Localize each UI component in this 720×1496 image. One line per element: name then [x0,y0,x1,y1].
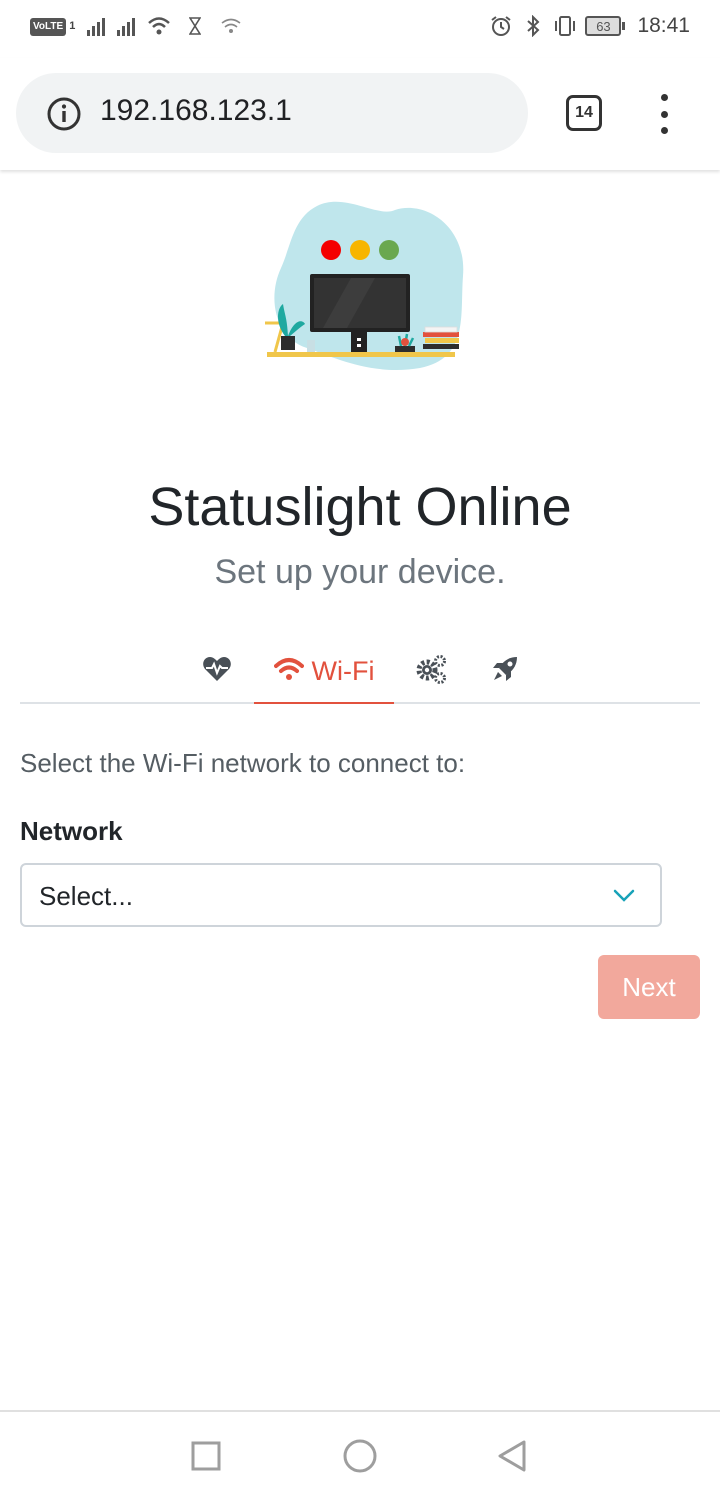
address-bar[interactable]: 192.168.123.1 [16,73,528,153]
volte-icon: VoLTE [30,16,67,36]
tab-settings[interactable] [410,640,452,702]
device-illustration [255,198,470,373]
page-title: Statuslight Online [148,477,572,537]
battery-icon: 63 [585,16,626,36]
cogs-icon [415,654,447,689]
red-light [321,240,341,260]
page-subtitle: Set up your device. [214,553,506,591]
tab-launch[interactable] [484,640,526,702]
next-button[interactable]: Next [598,955,700,1019]
chevron-down-icon [612,885,636,910]
sim-indicator: 1 [69,20,76,32]
rocket-icon [491,655,519,688]
heartbeat-icon [202,656,232,687]
network-label: Network [20,816,123,846]
wifi-icon [219,14,243,38]
wifi-icon [273,657,304,686]
tab-wifi-label: Wi-Fi [311,655,375,686]
status-bar: VoLTE 1 63 18:41 [0,0,720,58]
recents-square-icon[interactable] [186,1436,226,1476]
signal-icon [117,16,136,36]
hourglass-icon [183,14,207,38]
yellow-light [350,240,370,260]
vibrate-icon [553,14,577,38]
status-bar-left: VoLTE 1 [30,14,243,38]
green-light [379,240,399,260]
wifi-instructions: Select the Wi-Fi network to connect to: [20,748,466,778]
tab-switcher-button[interactable]: 14 [566,95,602,131]
android-nav-bar [0,1410,720,1496]
more-vert-icon[interactable] [652,94,676,134]
network-select-value: Select... [39,881,133,911]
info-icon[interactable] [46,96,82,137]
bluetooth-icon [521,14,545,38]
tab-health[interactable] [196,640,238,702]
browser-toolbar: 192.168.123.1 14 [0,58,720,170]
wifi-icon [147,14,171,38]
back-triangle-icon[interactable] [492,1436,532,1476]
status-bar-right: 63 18:41 [489,14,690,38]
home-circle-icon[interactable] [340,1436,380,1476]
clock: 18:41 [637,14,690,37]
alarm-icon [489,14,513,38]
network-select[interactable]: Select... [20,863,662,927]
setup-steps-nav: Wi-Fi [20,640,700,704]
tab-wifi[interactable]: Wi-Fi [254,640,394,704]
signal-icon [87,16,106,36]
url-text[interactable]: 192.168.123.1 [100,94,292,128]
